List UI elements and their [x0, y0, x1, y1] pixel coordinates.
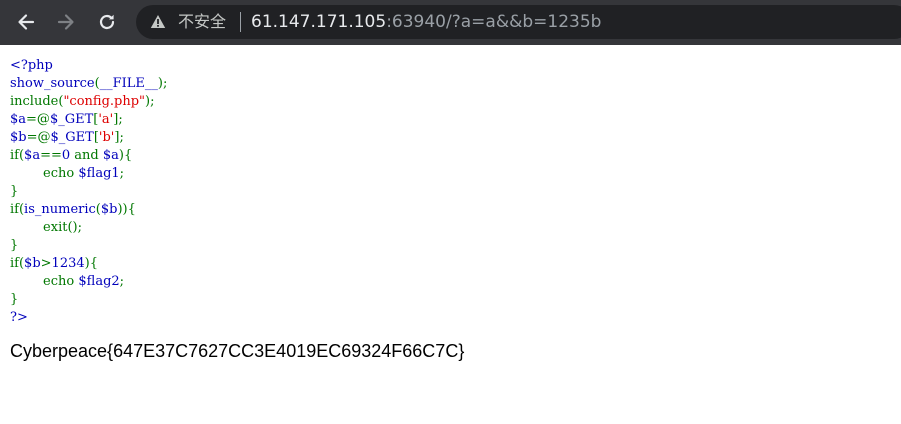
- url-path-query: :63940/?a=a&&b=1235b: [386, 12, 602, 32]
- code-line: if($a==0 and $a){: [10, 147, 891, 165]
- code-token: "config.php": [63, 94, 146, 109]
- code-token: $a: [102, 148, 119, 163]
- php-source-code: <?php show_source(__FILE__); include("conf…: [10, 57, 891, 327]
- code-line: if(is_numeric($b)){: [10, 201, 891, 219]
- code-token: }: [10, 238, 19, 253]
- code-token: $_GET: [50, 130, 94, 145]
- url-text[interactable]: 61.147.171.105:63940/?a=a&&b=1235b: [251, 12, 601, 32]
- code-token: $flag1: [78, 166, 120, 181]
- code-token: 'a': [98, 112, 114, 127]
- back-button[interactable]: [10, 6, 42, 38]
- code-line: }: [10, 237, 891, 255]
- code-line: }: [10, 291, 891, 309]
- address-separator: [240, 12, 241, 32]
- code-token: show_source: [10, 76, 95, 91]
- flag-output: Cyberpeace{647E37C7627CC3E4019EC69324F66…: [10, 341, 465, 361]
- code-line: exit();: [10, 219, 891, 237]
- arrow-left-icon: [18, 14, 35, 30]
- code-token: if(: [10, 256, 25, 271]
- browser-toolbar: 不安全 61.147.171.105:63940/?a=a&&b=1235b: [0, 0, 901, 45]
- code-token: ){: [84, 256, 98, 271]
- code-token: }: [10, 184, 19, 199]
- reload-icon: [99, 14, 115, 30]
- code-token: );: [157, 76, 168, 91]
- code-token: echo: [10, 166, 79, 181]
- code-token: ;: [119, 274, 125, 289]
- url-host: 61.147.171.105: [251, 12, 387, 32]
- security-status-label[interactable]: 不安全: [178, 12, 226, 32]
- code-token: =@: [26, 112, 50, 127]
- code-token: 0: [61, 148, 75, 163]
- code-token: $a: [10, 112, 27, 127]
- code-token: __FILE__: [99, 76, 158, 91]
- code-token: ();: [67, 220, 82, 235]
- code-token: is_numeric: [24, 202, 96, 217]
- code-token: $b: [100, 202, 118, 217]
- code-token: $b: [10, 130, 27, 145]
- code-line: if($b>1234){: [10, 255, 891, 273]
- code-token: ==: [40, 148, 62, 163]
- code-token: ];: [113, 112, 123, 127]
- code-token: ?>: [10, 310, 28, 325]
- address-bar[interactable]: 不安全 61.147.171.105:63940/?a=a&&b=1235b: [136, 5, 901, 39]
- arrow-right-icon: [57, 14, 74, 30]
- code-token: >: [40, 256, 52, 271]
- code-line: show_source(__FILE__);: [10, 75, 891, 93]
- code-token: if(: [10, 148, 25, 163]
- code-line: include("config.php");: [10, 93, 891, 111]
- code-token: ];: [114, 130, 124, 145]
- code-token: ){: [118, 148, 133, 163]
- code-line: echo $flag2;: [10, 273, 891, 291]
- code-token: echo: [10, 274, 79, 289]
- code-line: $a=@$_GET['a'];: [10, 111, 891, 129]
- code-token: )){: [117, 202, 136, 217]
- code-token: );: [145, 94, 155, 109]
- code-line: }: [10, 183, 891, 201]
- code-token: $_GET: [49, 112, 94, 127]
- warning-triangle-icon[interactable]: [150, 14, 166, 29]
- code-line: <?php: [10, 57, 891, 75]
- code-token: }: [10, 292, 19, 307]
- code-line: echo $flag1;: [10, 165, 891, 183]
- code-token: <?php: [10, 58, 53, 73]
- reload-button[interactable]: [91, 6, 123, 38]
- code-token: =@: [26, 130, 51, 145]
- code-token: $b: [24, 256, 41, 271]
- code-token: if(: [10, 202, 25, 217]
- code-token: 1234: [51, 256, 85, 271]
- page-content: <?php show_source(__FILE__); include("conf…: [0, 45, 901, 362]
- code-token: 'b': [98, 130, 115, 145]
- code-token: ;: [119, 166, 125, 181]
- forward-button[interactable]: [50, 6, 82, 38]
- code-line: $b=@$_GET['b'];: [10, 129, 891, 147]
- code-token: $a: [24, 148, 41, 163]
- code-token: $flag2: [78, 274, 120, 289]
- code-token: and: [74, 148, 103, 163]
- code-token: include(: [10, 94, 64, 109]
- code-token: exit: [10, 220, 68, 235]
- code-line: ?>: [10, 309, 891, 327]
